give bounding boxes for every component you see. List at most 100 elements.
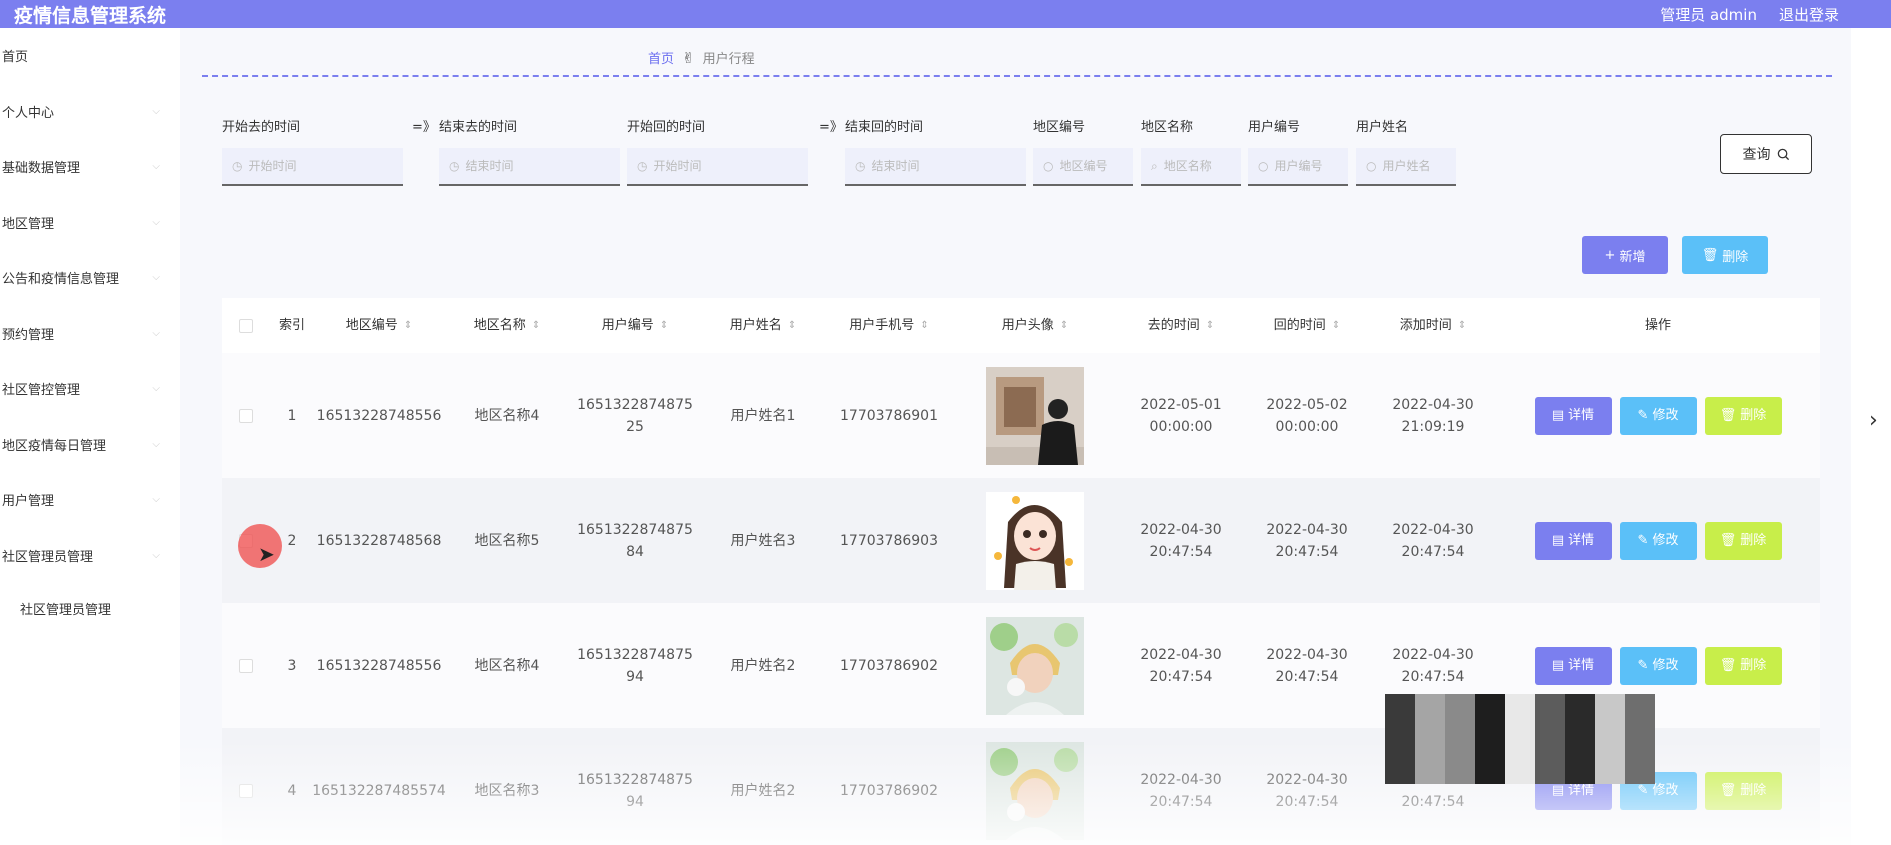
edit-button[interactable]: ✎ 修改 <box>1619 521 1697 560</box>
chevron-down-icon: ⌵ <box>152 327 160 339</box>
trash-icon: 🗑 <box>1701 247 1719 263</box>
cell-go-time: 2022-04-30 20:47:54 <box>1118 603 1244 728</box>
search-input-box[interactable]: ⌕ <box>1141 148 1241 186</box>
pixelated-overlay <box>1385 694 1655 784</box>
search-input-box[interactable]: ○ <box>1356 148 1456 186</box>
search-input[interactable] <box>1274 159 1348 173</box>
search-input-box[interactable]: ◷ <box>627 148 808 186</box>
batch-delete-button[interactable]: 🗑 删除 <box>1682 236 1768 274</box>
sidebar-item[interactable]: 首页 <box>0 28 180 84</box>
add-button[interactable]: + 新增 <box>1582 236 1668 274</box>
sidebar-item[interactable]: 公告和疫情信息管理 ⌵ <box>0 250 180 306</box>
trash-icon: 🗑 <box>1719 657 1737 673</box>
row-checkbox[interactable] <box>239 408 253 423</box>
edit-button[interactable]: ✎ 修改 <box>1619 396 1697 435</box>
clock-icon: ◷ <box>449 159 460 173</box>
column-header[interactable]: 地区编号 ⇕ <box>314 298 444 353</box>
logout-link[interactable]: 退出登录 <box>1779 4 1839 25</box>
column-header[interactable]: 去的时间 ⇕ <box>1118 298 1244 353</box>
table-header: 索引 地区编号 ⇕ 地区名称 ⇕ 用户编号 ⇕ 用户姓名 ⇕ 用户手机号 ⇕ 用户头像 ⇕ 去的时间 ⇕ 回的… <box>222 298 1820 353</box>
column-header[interactable]: 地区名称 ⇕ <box>444 298 570 353</box>
column-header[interactable]: 用户编号 ⇕ <box>570 298 700 353</box>
search-input[interactable] <box>653 159 808 173</box>
cell-area-code: 16513228748568 <box>314 478 444 603</box>
search-input-box[interactable]: ◷ <box>222 148 403 186</box>
sidebar-item[interactable]: 基础数据管理 ⌵ <box>0 139 180 195</box>
delete-button[interactable]: 🗑 删除 <box>1704 646 1782 685</box>
column-header-label: 去的时间 <box>1147 317 1200 333</box>
range-arrow: =》 <box>819 120 843 135</box>
mosaic-tile <box>1445 694 1475 724</box>
sidebar-item[interactable]: 预约管理 ⌵ <box>0 306 180 362</box>
pencil-icon: ✎ <box>1637 657 1649 673</box>
query-button[interactable]: 查询 <box>1720 134 1812 174</box>
delete-button[interactable]: 🗑 删除 <box>1704 521 1782 560</box>
search-input[interactable] <box>465 159 620 173</box>
delete-button[interactable]: 🗑 删除 <box>1704 396 1782 435</box>
search-input[interactable] <box>1382 159 1456 173</box>
sort-icon[interactable]: ⇕ <box>788 315 796 337</box>
cell-text: 165132287485574 <box>312 782 446 799</box>
row-actions: ▤ 详情 ✎ 修改 🗑 删除 <box>1496 353 1820 478</box>
query-label: 查询 <box>1742 147 1771 163</box>
detail-button[interactable]: ▤ 详情 <box>1534 646 1612 685</box>
column-header[interactable]: 用户姓名 ⇕ <box>700 298 826 353</box>
detail-button[interactable]: ▤ 详情 <box>1534 521 1612 560</box>
sidebar-item[interactable]: 地区管理 ⌵ <box>0 195 180 251</box>
cell-text: 2022-04-30 20:47:54 <box>1140 521 1222 560</box>
detail-button[interactable]: ▤ 详情 <box>1534 396 1612 435</box>
cell-text: 1651322874875 25 <box>577 396 693 435</box>
sort-icon[interactable]: ⇕ <box>1458 315 1466 337</box>
sidebar-item[interactable]: 用户管理 ⌵ <box>0 472 180 528</box>
sort-icon[interactable]: ⇕ <box>1206 315 1214 337</box>
cell-area-name: 地区名称5 <box>444 478 570 603</box>
sidebar-subitem[interactable]: 社区管理员管理 <box>0 583 180 633</box>
search-input-box[interactable]: ○ <box>1248 148 1348 186</box>
search-input-box[interactable]: ◷ <box>845 148 1026 186</box>
select-all-checkbox[interactable] <box>239 318 253 333</box>
table-row: 2 16513228748568 地区名称5 1651322874875 84 用户姓名… <box>222 478 1820 603</box>
search-input[interactable] <box>248 159 403 173</box>
search-field-label: 地区编号 <box>1033 120 1086 135</box>
edit-button[interactable]: ✎ 修改 <box>1619 646 1697 685</box>
sidebar-item[interactable]: 个人中心 ⌵ <box>0 84 180 140</box>
table-row: 1 16513228748556 地区名称4 1651322874875 25 用户姓名… <box>222 353 1820 478</box>
sort-icon[interactable]: ⇕ <box>920 315 928 337</box>
column-header[interactable]: 用户手机号 ⇕ <box>826 298 952 353</box>
column-header[interactable]: 用户头像 ⇕ <box>952 298 1118 353</box>
cell-avatar <box>952 728 1118 845</box>
sort-icon[interactable]: ⇕ <box>660 315 668 337</box>
top-bar: 疫情信息管理系统 管理员 admin 退出登录 <box>0 0 1891 28</box>
search-input[interactable] <box>871 159 1026 173</box>
search-icon: ⌕ <box>1151 158 1158 173</box>
sort-icon[interactable]: ⇕ <box>532 315 540 337</box>
search-input-box[interactable]: ◷ <box>439 148 620 186</box>
cell-go-time: 2022-04-30 20:47:54 <box>1118 478 1244 603</box>
sidebar-item[interactable]: 地区疫情每日管理 ⌵ <box>0 417 180 473</box>
sort-icon[interactable]: ⇕ <box>404 315 412 337</box>
action-label: 删除 <box>1740 407 1767 423</box>
cell-text: 2022-04-30 20:47:54 <box>1266 521 1348 560</box>
search-input[interactable] <box>1163 159 1241 173</box>
column-header[interactable]: 回的时间 ⇕ <box>1244 298 1370 353</box>
sort-icon[interactable]: ⇕ <box>1060 315 1068 337</box>
cell-area-name: 地区名称4 <box>444 353 570 478</box>
row-checkbox[interactable] <box>239 783 253 798</box>
column-header[interactable]: 添加时间 ⇕ <box>1370 298 1496 353</box>
sidebar-item[interactable]: 社区管理员管理 ⌵ <box>0 528 180 584</box>
sort-icon[interactable]: ⇕ <box>1332 315 1340 337</box>
trash-icon: 🗑 <box>1719 782 1737 798</box>
row-checkbox[interactable] <box>239 658 253 673</box>
chevron-right-icon[interactable]: › <box>1869 408 1878 433</box>
cell-user-code: 1651322874875 84 <box>570 478 700 603</box>
cell-back-time: 2022-04-30 20:47:54 <box>1244 478 1370 603</box>
delete-button[interactable]: 🗑 删除 <box>1704 771 1782 810</box>
search-field: 结束回的时间 ◷ <box>845 116 1026 186</box>
search-input[interactable] <box>1059 159 1133 173</box>
mosaic-tile <box>1415 694 1445 724</box>
cell-go-time: 2022-04-30 20:47:54 <box>1118 728 1244 845</box>
breadcrumb-home[interactable]: 首页 <box>648 48 674 67</box>
sidebar-item[interactable]: 社区管控管理 ⌵ <box>0 361 180 417</box>
search-input-box[interactable]: ○ <box>1033 148 1133 186</box>
column-header-label: 操作 <box>1644 317 1671 333</box>
